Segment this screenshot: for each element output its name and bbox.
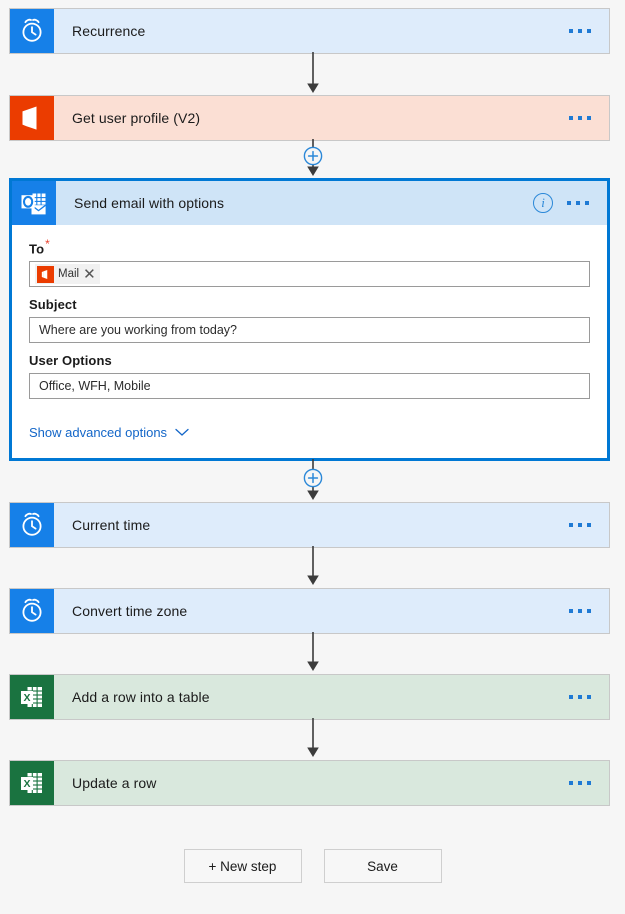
arrow-down-icon [306,139,319,176]
step-header[interactable]: Current time [10,503,609,547]
connector-add-row-to-update-row [0,718,625,760]
more-commands-icon[interactable] [569,781,591,785]
show-advanced-options-link[interactable]: Show advanced options [29,425,189,440]
save-button[interactable]: Save [323,849,442,883]
new-step-button[interactable]: + New step [183,849,302,883]
excel-icon: X [10,761,54,805]
step-actions [569,523,609,527]
more-commands-icon[interactable] [569,29,591,33]
field-subject: Subject Where are you working from today… [29,297,590,344]
connector-current-time-to-convert-time-zone [0,546,625,588]
alarm-clock-icon [10,503,54,547]
step-actions [569,116,609,120]
step-header[interactable]: Send email with options i [12,181,607,225]
more-commands-icon[interactable] [569,695,591,699]
field-label-subject: Subject [29,297,77,313]
field-label-to: To* [29,237,590,256]
connector-add-step-3 [0,459,625,503]
user-options-input[interactable]: Office, WFH, Mobile [29,373,590,400]
step-actions [569,781,609,785]
to-input[interactable]: Mail ✕ [29,261,590,288]
alarm-clock-icon [10,589,54,633]
step-header[interactable]: Get user profile (V2) [10,96,609,140]
step-card-current-time[interactable]: Current time [9,502,610,548]
step-header[interactable]: X Update a row [10,761,609,805]
add-step-button[interactable] [303,468,323,488]
info-icon[interactable]: i [533,193,553,213]
subject-input[interactable]: Where are you working from today? [29,317,590,344]
step-title: Update a row [72,775,157,791]
more-commands-icon[interactable] [569,609,591,613]
excel-icon: X [10,675,54,719]
required-indicator: * [45,237,50,251]
alarm-clock-icon [10,9,54,53]
svg-text:X: X [23,778,30,790]
svg-text:X: X [23,692,30,704]
step-card-get-user-profile[interactable]: Get user profile (V2) [9,95,610,141]
step-title: Current time [72,517,151,533]
outlook-icon [12,181,56,225]
step-body: To* Mail ✕ Subject Where are you working… [12,225,607,459]
chevron-down-icon [175,429,189,437]
arrow-down-icon [306,546,319,585]
connector-convert-time-zone-to-add-row [0,632,625,674]
add-step-button[interactable] [303,146,323,166]
flow-canvas: Recurrence Get user profile (V2) Send em… [0,0,625,914]
field-user-options: User Options Office, WFH, Mobile [29,353,590,400]
office365-icon [37,265,54,283]
connector-recurrence-to-get-user-profile [0,52,625,96]
step-title: Convert time zone [72,603,188,619]
connector-add-step-2 [0,139,625,179]
field-label-user-options: User Options [29,353,112,369]
flow-footer-actions: + New step Save [0,849,625,883]
token-label: Mail [58,268,80,281]
step-actions [569,29,609,33]
step-card-send-email-with-options[interactable]: Send email with options i To* Mail ✕ Sub… [9,178,610,462]
more-commands-icon[interactable] [567,201,589,205]
recipient-token[interactable]: Mail ✕ [35,264,100,285]
step-card-update-a-row[interactable]: X Update a row [9,760,610,806]
step-actions: i [533,193,607,213]
arrow-down-icon [306,718,319,757]
arrow-down-icon [306,459,319,500]
step-header[interactable]: X Add a row into a table [10,675,609,719]
field-to: To* Mail ✕ [29,237,590,288]
more-commands-icon[interactable] [569,523,591,527]
arrow-down-icon [306,52,319,93]
remove-token-icon[interactable]: ✕ [83,267,96,282]
more-commands-icon[interactable] [569,116,591,120]
step-title: Recurrence [72,23,146,39]
step-title: Add a row into a table [72,689,210,705]
step-title: Send email with options [74,195,225,211]
step-card-add-a-row-into-a-table[interactable]: X Add a row into a table [9,674,610,720]
step-card-convert-time-zone[interactable]: Convert time zone [9,588,610,634]
office365-icon [10,96,54,140]
step-card-recurrence[interactable]: Recurrence [9,8,610,54]
step-header[interactable]: Convert time zone [10,589,609,633]
step-title: Get user profile (V2) [72,110,201,126]
label-text: To [29,241,45,257]
step-actions [569,609,609,613]
arrow-down-icon [306,632,319,671]
step-actions [569,695,609,699]
show-advanced-options-label: Show advanced options [29,425,168,441]
step-header[interactable]: Recurrence [10,9,609,53]
